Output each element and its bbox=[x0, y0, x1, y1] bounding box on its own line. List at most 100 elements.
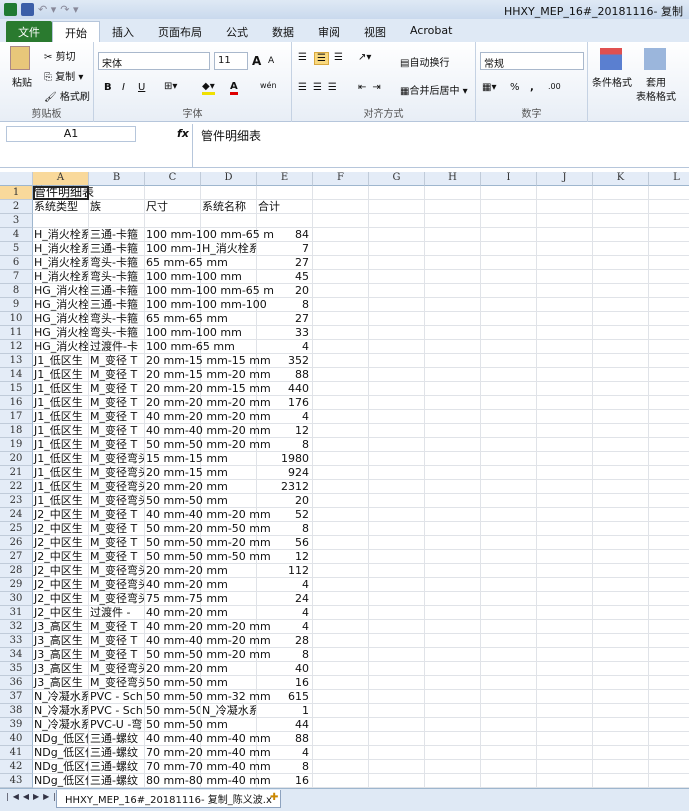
cell[interactable] bbox=[313, 466, 369, 480]
cell[interactable] bbox=[649, 284, 689, 298]
cell[interactable] bbox=[369, 480, 425, 494]
cell[interactable] bbox=[537, 620, 593, 634]
cell[interactable]: 弯头-卡箍 bbox=[89, 326, 145, 340]
cell[interactable] bbox=[593, 340, 649, 354]
cell[interactable] bbox=[313, 438, 369, 452]
cell[interactable] bbox=[425, 718, 481, 732]
cell[interactable] bbox=[313, 340, 369, 354]
cell[interactable] bbox=[481, 676, 537, 690]
cell[interactable] bbox=[537, 676, 593, 690]
cell[interactable] bbox=[369, 508, 425, 522]
cell[interactable] bbox=[537, 438, 593, 452]
cell[interactable] bbox=[313, 536, 369, 550]
cell[interactable] bbox=[537, 522, 593, 536]
row-header[interactable]: 6 bbox=[0, 256, 33, 270]
cell[interactable] bbox=[369, 438, 425, 452]
cell[interactable]: NDg_低区供 bbox=[33, 774, 89, 788]
cell[interactable] bbox=[537, 606, 593, 620]
cell[interactable] bbox=[313, 382, 369, 396]
cell[interactable] bbox=[593, 690, 649, 704]
cell[interactable] bbox=[425, 690, 481, 704]
cell[interactable] bbox=[481, 368, 537, 382]
cell[interactable] bbox=[425, 578, 481, 592]
cell[interactable] bbox=[593, 214, 649, 228]
cell[interactable]: J3_高区生 bbox=[33, 634, 89, 648]
format-painter-button[interactable]: 🖌 格式刷 bbox=[44, 88, 90, 103]
tab-data[interactable]: 数据 bbox=[260, 21, 306, 42]
name-box[interactable]: A1 bbox=[6, 126, 136, 142]
cell[interactable] bbox=[649, 214, 689, 228]
cell[interactable]: NDg_低区供 bbox=[33, 760, 89, 774]
cell[interactable] bbox=[593, 438, 649, 452]
cell[interactable] bbox=[537, 466, 593, 480]
row-header[interactable]: 16 bbox=[0, 396, 33, 410]
cell[interactable] bbox=[649, 774, 689, 788]
cell[interactable]: 1 bbox=[257, 704, 313, 718]
cell[interactable]: M_变径 T bbox=[89, 424, 145, 438]
cell[interactable]: 三通-螺纹 bbox=[89, 746, 145, 760]
font-size-select[interactable]: 11 bbox=[214, 52, 248, 70]
cell[interactable] bbox=[593, 186, 649, 200]
cell[interactable] bbox=[369, 634, 425, 648]
cell[interactable]: 15 mm-15 mm bbox=[145, 452, 228, 466]
cell[interactable] bbox=[537, 662, 593, 676]
cell[interactable] bbox=[369, 228, 425, 242]
cell[interactable]: M_变径弯头 bbox=[89, 676, 145, 690]
cell[interactable]: H_消火栓系 bbox=[33, 242, 89, 256]
cell[interactable]: 弯头-卡箍 bbox=[89, 270, 145, 284]
cell[interactable]: 924 bbox=[257, 466, 313, 480]
tab-file[interactable]: 文件 bbox=[6, 21, 52, 42]
cell[interactable] bbox=[369, 382, 425, 396]
cell[interactable]: N_冷凝水系 bbox=[33, 704, 89, 718]
cell[interactable]: M_变径 T bbox=[89, 368, 145, 382]
cell[interactable] bbox=[481, 256, 537, 270]
currency-icon[interactable]: ▦▾ bbox=[482, 82, 496, 93]
cell[interactable] bbox=[537, 200, 593, 214]
column-header-E[interactable]: E bbox=[257, 172, 313, 186]
cell[interactable] bbox=[313, 494, 369, 508]
cell[interactable] bbox=[425, 200, 481, 214]
cell[interactable] bbox=[369, 452, 425, 466]
cell[interactable] bbox=[313, 676, 369, 690]
cell[interactable]: M_变径弯头 bbox=[89, 578, 145, 592]
cell[interactable] bbox=[425, 508, 481, 522]
select-all-corner[interactable] bbox=[0, 172, 33, 186]
cell[interactable] bbox=[425, 382, 481, 396]
cell[interactable]: M_变径 T bbox=[89, 438, 145, 452]
cell[interactable] bbox=[537, 312, 593, 326]
cell[interactable] bbox=[537, 452, 593, 466]
cell[interactable] bbox=[593, 270, 649, 284]
cell[interactable] bbox=[369, 214, 425, 228]
cell[interactable]: J1_低区生 bbox=[33, 480, 89, 494]
cell[interactable]: 40 mm-40 mm-40 mm bbox=[145, 732, 271, 746]
tab-review[interactable]: 审阅 bbox=[306, 21, 352, 42]
cell[interactable] bbox=[425, 774, 481, 788]
cell[interactable] bbox=[537, 746, 593, 760]
cell[interactable] bbox=[425, 522, 481, 536]
cell[interactable]: 100 mm-100 mm bbox=[145, 326, 242, 340]
cell[interactable] bbox=[593, 676, 649, 690]
cell[interactable] bbox=[369, 242, 425, 256]
undo-icon[interactable]: ↶ ▾ bbox=[38, 3, 56, 16]
cell[interactable] bbox=[481, 466, 537, 480]
row-header[interactable]: 22 bbox=[0, 480, 33, 494]
cell[interactable]: 合计 bbox=[257, 200, 313, 214]
cell[interactable] bbox=[593, 284, 649, 298]
cell[interactable]: 4 bbox=[257, 340, 313, 354]
cell[interactable] bbox=[593, 480, 649, 494]
tab-home[interactable]: 开始 bbox=[52, 21, 100, 42]
cell[interactable]: 40 mm-20 mm-20 mm bbox=[145, 620, 271, 634]
cell[interactable] bbox=[593, 382, 649, 396]
cell[interactable]: 20 mm-15 mm-15 mm bbox=[145, 354, 271, 368]
row-header[interactable]: 15 bbox=[0, 382, 33, 396]
cell[interactable] bbox=[313, 312, 369, 326]
cell[interactable] bbox=[425, 326, 481, 340]
cell[interactable]: J2_中区生 bbox=[33, 564, 89, 578]
cell[interactable] bbox=[369, 368, 425, 382]
fx-button[interactable]: fx bbox=[177, 127, 189, 140]
cut-button[interactable]: ✂ 剪切 bbox=[44, 48, 76, 63]
cell[interactable] bbox=[649, 186, 689, 200]
column-header-H[interactable]: H bbox=[425, 172, 481, 186]
font-color-button[interactable]: A bbox=[230, 81, 238, 95]
cell[interactable]: 族 bbox=[89, 200, 145, 214]
